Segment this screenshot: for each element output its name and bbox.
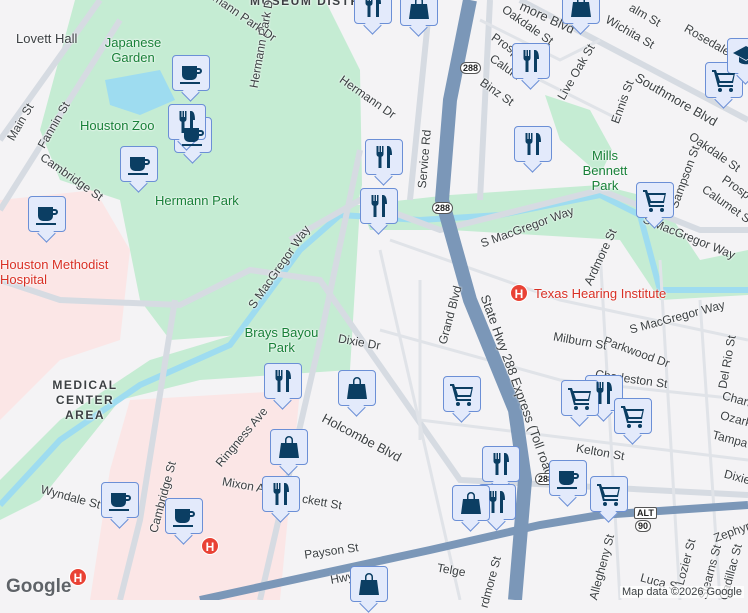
shopping-marker[interactable] bbox=[400, 0, 438, 37]
shopping-icon bbox=[359, 573, 379, 595]
restaurant-marker[interactable] bbox=[262, 476, 300, 523]
restaurant-icon bbox=[596, 382, 612, 404]
coffee-icon bbox=[128, 157, 150, 175]
restaurant-marker[interactable] bbox=[512, 43, 550, 90]
school-icon bbox=[733, 46, 748, 65]
restaurant-icon bbox=[525, 133, 541, 155]
shopping-marker[interactable] bbox=[338, 370, 376, 417]
restaurant-icon bbox=[489, 491, 505, 513]
poi-texas-hearing-institute[interactable]: Texas Hearing Institute bbox=[534, 286, 666, 301]
coffee-icon bbox=[109, 493, 131, 511]
restaurant-marker[interactable] bbox=[264, 363, 302, 410]
shopping-icon bbox=[279, 436, 299, 458]
shopping-icon bbox=[347, 377, 367, 399]
coffee-marker[interactable] bbox=[28, 196, 66, 243]
grocery-icon bbox=[568, 388, 591, 410]
grocery-marker[interactable] bbox=[443, 376, 481, 423]
restaurant-marker[interactable] bbox=[514, 126, 552, 173]
grocery-marker[interactable] bbox=[636, 182, 674, 229]
coffee-marker[interactable] bbox=[101, 482, 139, 529]
coffee-icon bbox=[557, 471, 579, 489]
restaurant-icon bbox=[365, 0, 381, 17]
restaurant-icon bbox=[371, 195, 387, 217]
grocery-marker[interactable] bbox=[590, 476, 628, 523]
hwy-288-shield: 288 bbox=[460, 62, 482, 74]
park-japanese-garden[interactable]: Japanese Garden bbox=[98, 35, 168, 65]
restaurant-icon bbox=[493, 453, 509, 475]
area-medical-center: MEDICAL CENTER AREA bbox=[52, 378, 118, 422]
park-mills-bennett[interactable]: Mills Bennett Park bbox=[570, 148, 640, 193]
coffee-marker[interactable] bbox=[549, 460, 587, 507]
restaurant-icon bbox=[273, 483, 289, 505]
park-houston-zoo[interactable]: Houston Zoo bbox=[80, 118, 154, 133]
grocery-marker[interactable] bbox=[561, 380, 599, 427]
restaurant-icon bbox=[179, 111, 195, 133]
grocery-icon bbox=[712, 70, 735, 92]
restaurant-icon bbox=[376, 146, 392, 168]
coffee-icon bbox=[180, 66, 202, 84]
google-logo: Google bbox=[6, 576, 72, 597]
shopping-marker[interactable] bbox=[562, 0, 600, 35]
grocery-icon bbox=[450, 384, 473, 406]
hospital-icon[interactable]: H bbox=[69, 568, 87, 586]
restaurant-icon bbox=[275, 370, 291, 392]
grocery-marker[interactable] bbox=[614, 398, 652, 445]
coffee-icon bbox=[173, 509, 195, 527]
coffee-icon bbox=[36, 207, 58, 225]
park-hermann-park[interactable]: Hermann Park bbox=[155, 193, 239, 208]
poi-lovett-hall[interactable]: Lovett Hall bbox=[16, 31, 77, 46]
grocery-icon bbox=[597, 484, 620, 506]
coffee-marker[interactable] bbox=[172, 55, 210, 102]
shopping-marker[interactable] bbox=[452, 485, 490, 532]
shopping-marker[interactable] bbox=[270, 429, 308, 476]
coffee-marker[interactable] bbox=[165, 498, 203, 545]
restaurant-icon bbox=[523, 50, 539, 72]
shopping-icon bbox=[409, 0, 429, 19]
hospital-icon: H bbox=[510, 284, 528, 302]
shopping-icon bbox=[461, 492, 481, 514]
coffee-marker[interactable] bbox=[120, 146, 158, 193]
hwy-288-shield: 288 bbox=[432, 202, 454, 214]
poi-methodist-hospital[interactable]: Houston Methodist Hospital bbox=[0, 257, 110, 287]
restaurant-marker[interactable] bbox=[365, 139, 403, 186]
shopping-marker[interactable] bbox=[350, 566, 388, 613]
us-90-shield: 90 bbox=[635, 520, 652, 532]
grocery-icon bbox=[621, 406, 644, 428]
hospital-icon[interactable]: H bbox=[201, 537, 219, 555]
map-attribution[interactable]: Map data ©2026 Google bbox=[619, 586, 744, 598]
restaurant-marker[interactable] bbox=[354, 0, 392, 35]
park-brays-bayou[interactable]: Brays Bayou Park bbox=[244, 325, 319, 355]
grocery-icon bbox=[643, 190, 666, 212]
shopping-icon bbox=[571, 0, 591, 17]
alt-shield: ALT bbox=[634, 507, 657, 519]
restaurant-marker[interactable] bbox=[360, 188, 398, 235]
